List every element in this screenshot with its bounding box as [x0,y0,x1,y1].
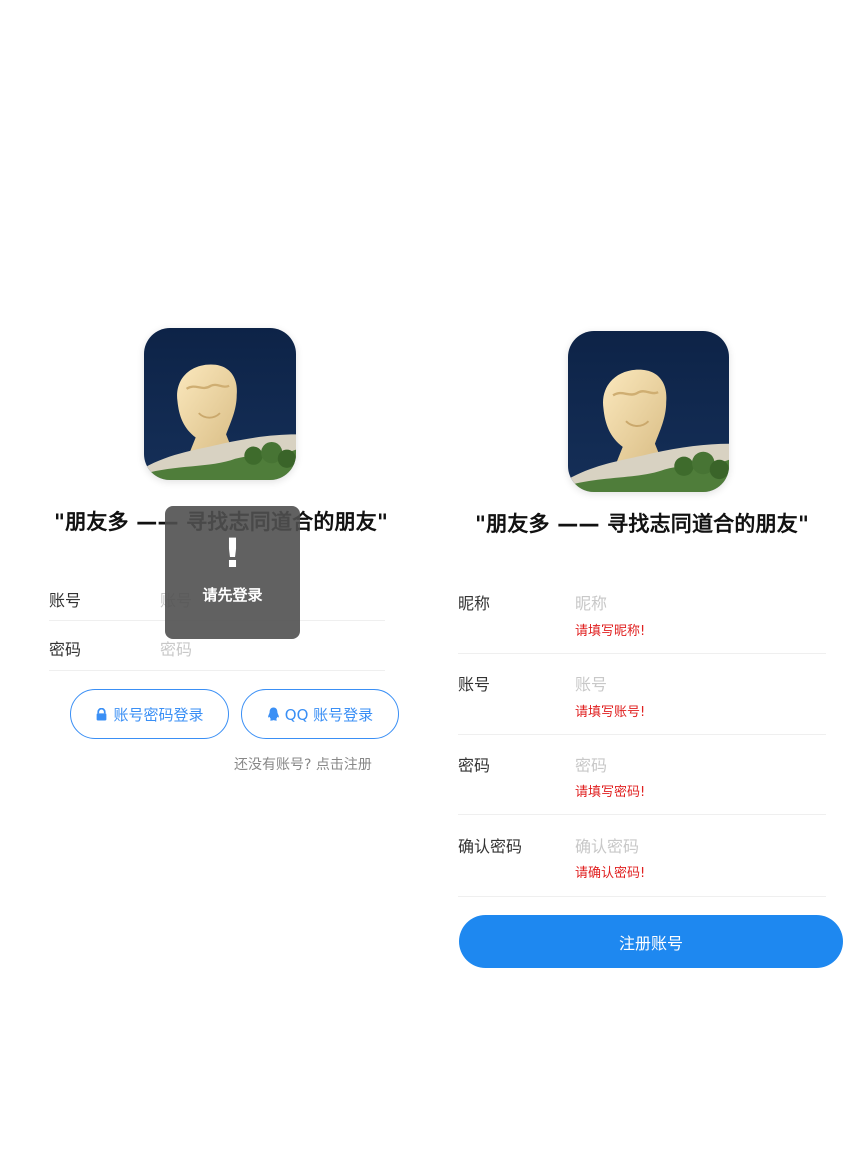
qq-login-label: QQ 账号登录 [284,705,374,724]
nickname-input[interactable]: 昵称 [575,590,607,614]
lock-icon [97,707,107,720]
divider [458,814,826,815]
app-logo [568,331,729,492]
divider [458,653,826,654]
register-submit-button[interactable]: 注册账号 [459,915,843,968]
register-link[interactable]: 还没有账号? 点击注册 [234,754,372,774]
confirm-password-input[interactable]: 确认密码 [575,833,639,857]
exclamation-icon: ! [223,531,242,577]
password-input[interactable]: 密码 [160,636,192,660]
password-label: 密码 [458,756,491,775]
nickname-label: 昵称 [458,594,491,613]
qq-penguin-icon [267,707,279,721]
nickname-error: 请填写昵称! [575,624,646,639]
qq-login-button[interactable]: QQ 账号登录 [241,689,399,739]
account-label: 账号 [458,675,491,694]
divider [49,670,385,671]
password-login-button[interactable]: 账号密码登录 [70,689,229,739]
toast-message: 请先登录 [202,586,263,604]
account-error: 请填写账号! [575,705,646,720]
password-login-label: 账号密码登录 [113,705,204,724]
password-label: 密码 [49,640,82,659]
confirm-password-label: 确认密码 [458,837,523,856]
confirm-password-error: 请确认密码! [575,866,646,881]
account-input[interactable]: 账号 [575,671,607,695]
page-title: "朋友多 —— 寻找志同道合的朋友" [475,512,810,536]
app-logo [144,328,296,480]
password-input[interactable]: 密码 [575,752,607,776]
divider [458,734,826,735]
login-required-toast: ! 请先登录 [165,506,300,639]
password-error: 请填写密码! [575,785,646,800]
account-label: 账号 [49,591,82,610]
divider [458,896,826,897]
register-submit-label: 注册账号 [618,933,683,953]
